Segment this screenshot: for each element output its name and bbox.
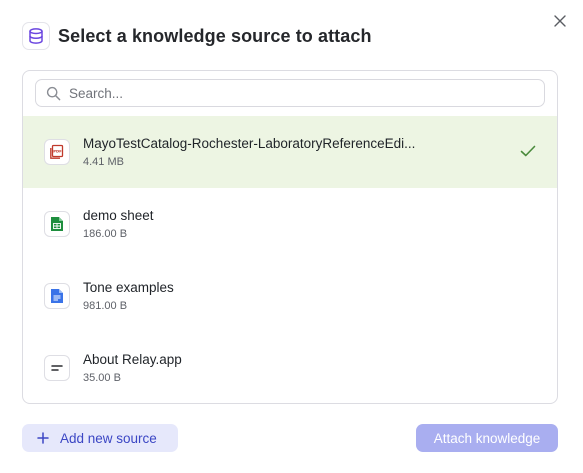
close-icon xyxy=(554,15,566,27)
attach-knowledge-button[interactable]: Attach knowledge xyxy=(416,424,558,452)
google-sheets-icon xyxy=(44,211,70,237)
dialog-header: Select a knowledge source to attach xyxy=(22,22,372,50)
attach-knowledge-dialog: Select a knowledge source to attach PDF xyxy=(0,0,583,473)
source-name: demo sheet xyxy=(83,208,154,223)
plus-icon xyxy=(37,432,49,444)
search-box[interactable] xyxy=(35,79,545,107)
close-button[interactable] xyxy=(549,10,571,32)
check-icon xyxy=(519,142,537,160)
search-icon xyxy=(46,86,61,100)
svg-text:PDF: PDF xyxy=(53,149,62,154)
sources-list: PDF MayoTestCatalog-Rochester-Laboratory… xyxy=(23,116,557,403)
source-name: MayoTestCatalog-Rochester-LaboratoryRefe… xyxy=(83,136,416,151)
search-input[interactable] xyxy=(69,85,509,101)
source-size: 981.00 B xyxy=(83,300,128,312)
add-new-source-button[interactable]: Add new source xyxy=(22,424,178,452)
list-item-source[interactable]: PDF MayoTestCatalog-Rochester-Laboratory… xyxy=(23,116,557,188)
add-new-source-label: Add new source xyxy=(60,430,157,446)
database-icon xyxy=(22,22,50,50)
source-name: About Relay.app xyxy=(83,352,182,367)
list-item-source[interactable]: demo sheet 186.00 B xyxy=(23,188,557,260)
source-size: 35.00 B xyxy=(83,372,121,384)
attach-knowledge-label: Attach knowledge xyxy=(433,430,541,446)
source-name: Tone examples xyxy=(83,280,174,295)
text-doc-icon xyxy=(44,355,70,381)
pdf-file-icon: PDF xyxy=(44,139,70,165)
google-docs-icon xyxy=(44,283,70,309)
list-item-source[interactable]: About Relay.app 35.00 B xyxy=(23,332,557,403)
source-size: 4.41 MB xyxy=(83,156,124,168)
sources-panel: PDF MayoTestCatalog-Rochester-Laboratory… xyxy=(22,70,558,404)
source-size: 186.00 B xyxy=(83,228,128,240)
list-item-source[interactable]: Tone examples 981.00 B xyxy=(23,260,557,332)
dialog-title: Select a knowledge source to attach xyxy=(58,25,372,46)
